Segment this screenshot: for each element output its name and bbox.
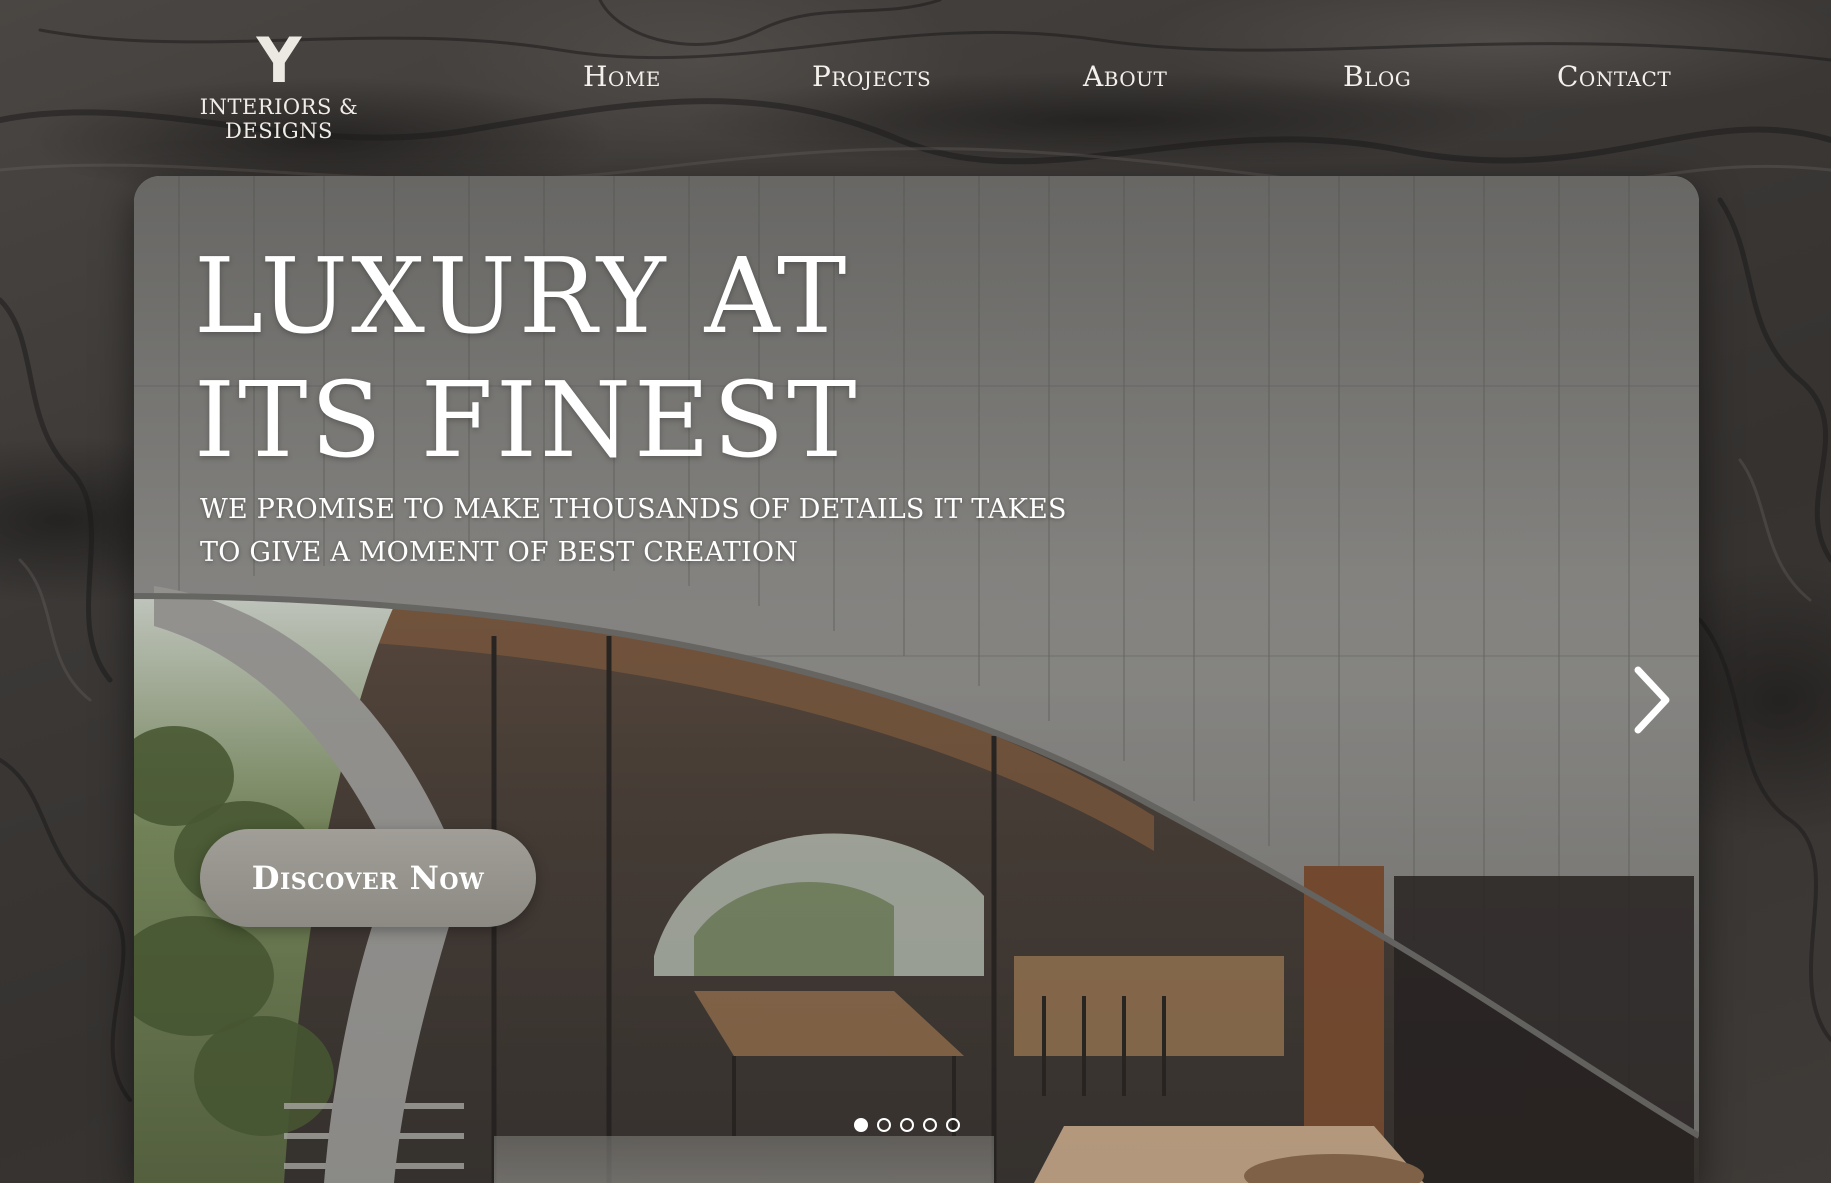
hero-slider: LUXURY AT ITS FINEST WE PROMISE TO MAKE … (134, 176, 1699, 1183)
hero-tagline: WE PROMISE TO MAKE THOUSANDS OF DETAILS … (200, 488, 1067, 574)
hero-headline: LUXURY AT ITS FINEST (194, 234, 860, 482)
carousel-dot-2[interactable] (877, 1118, 891, 1132)
nav-item-blog[interactable]: Blog (1343, 60, 1411, 93)
brand-name: INTERIORS & DESIGNS (199, 95, 359, 143)
hero-tagline-line-2: TO GIVE A MOMENT OF BEST CREATION (200, 537, 799, 568)
hero-headline-line-2: ITS FINEST (194, 359, 860, 481)
carousel-indicators (854, 1118, 960, 1138)
hero-headline-line-1: LUXURY AT (194, 235, 850, 357)
carousel-dot-4[interactable] (923, 1118, 937, 1132)
carousel-dot-3[interactable] (900, 1118, 914, 1132)
nav-item-contact[interactable]: Contact (1557, 60, 1671, 93)
hero-tagline-line-1: WE PROMISE TO MAKE THOUSANDS OF DETAILS … (200, 494, 1067, 525)
nav-item-projects[interactable]: Projects (812, 60, 931, 93)
carousel-dot-1[interactable] (854, 1118, 868, 1132)
main-nav: Home Projects About Blog Contact (0, 60, 1831, 96)
discover-now-button[interactable]: Discover Now (200, 829, 536, 927)
nav-item-about[interactable]: About (1083, 60, 1167, 93)
carousel-dot-5[interactable] (946, 1118, 960, 1132)
nav-item-home[interactable]: Home (583, 60, 661, 93)
chevron-right-icon[interactable] (1622, 660, 1682, 740)
